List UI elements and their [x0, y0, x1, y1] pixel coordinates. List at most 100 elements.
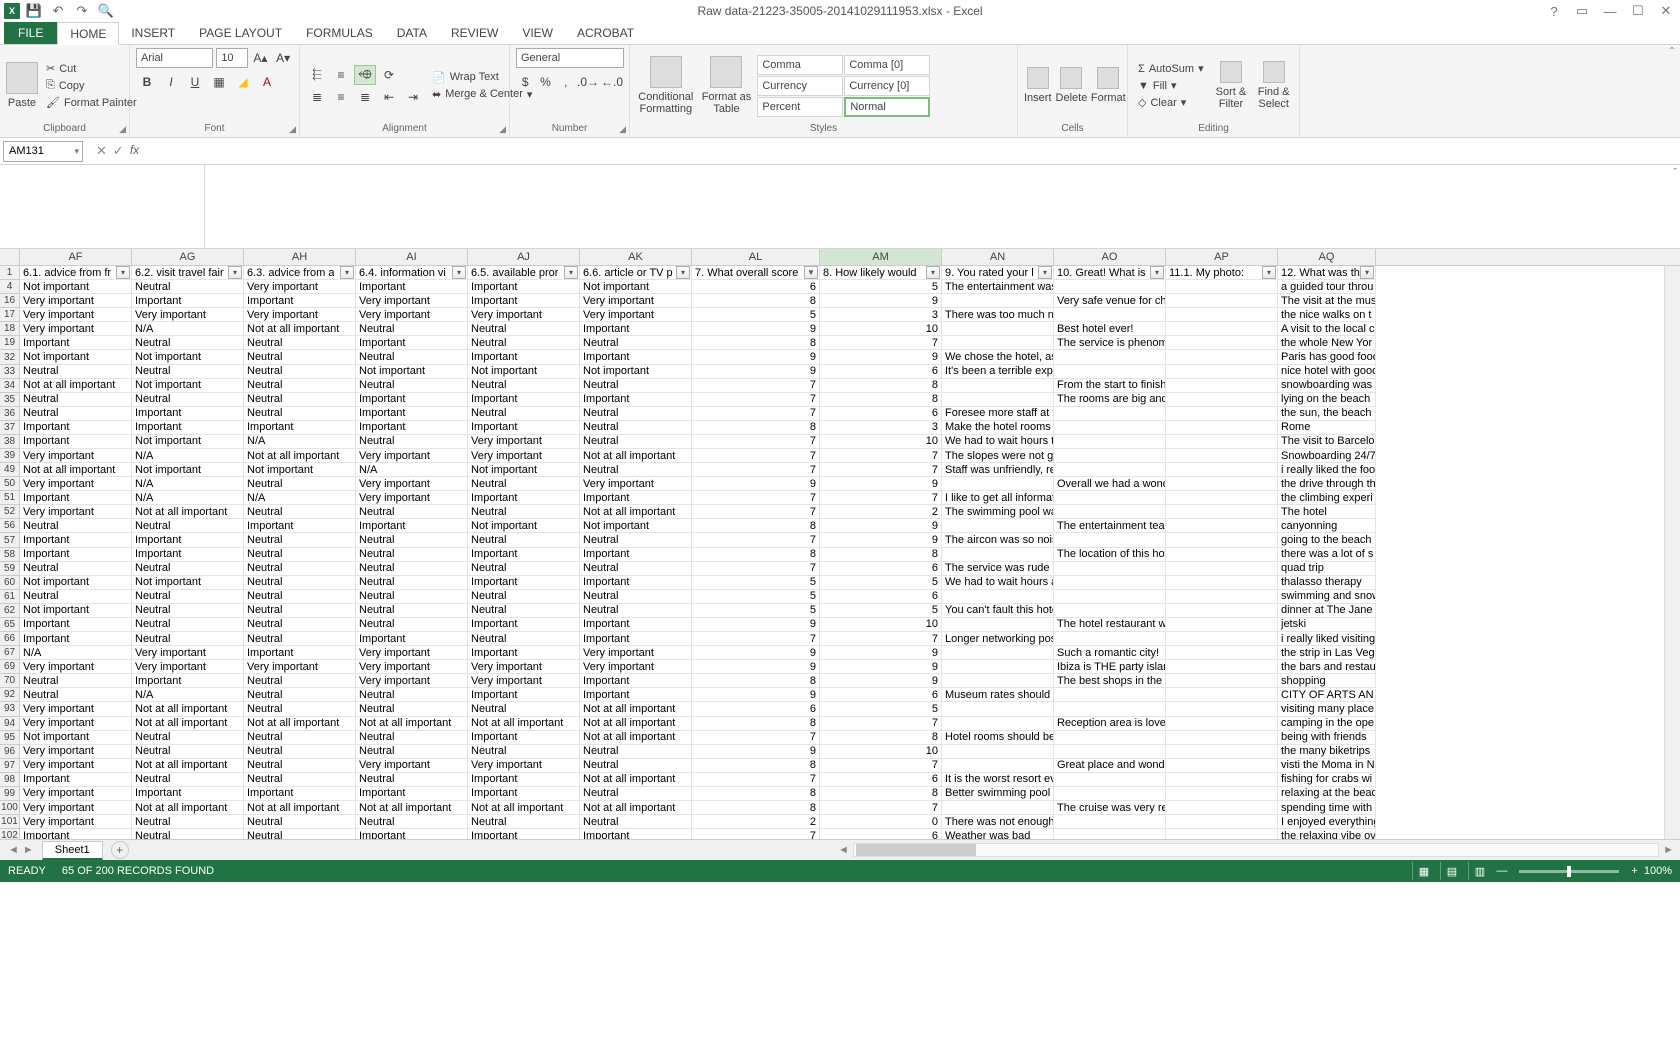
cell[interactable]: Not at all important	[468, 801, 580, 815]
cell[interactable]: shopping	[1278, 674, 1376, 688]
col-header-AG[interactable]: AG	[132, 249, 244, 265]
row-header[interactable]: 51	[0, 491, 20, 505]
row-header[interactable]: 1	[0, 266, 20, 280]
cell[interactable]: Important	[580, 393, 692, 407]
cell[interactable]	[1054, 407, 1166, 421]
cell[interactable]: Not at all important	[244, 322, 356, 336]
cell[interactable]: Neutral	[356, 604, 468, 618]
cell[interactable]	[1166, 350, 1278, 364]
cell[interactable]: Important	[20, 533, 132, 547]
cell[interactable]: Very important	[468, 435, 580, 449]
filter-button-icon[interactable]: ▾	[676, 266, 690, 279]
cell[interactable]: Important	[132, 674, 244, 688]
cell[interactable]: Not at all important	[244, 717, 356, 731]
cell[interactable]: Neutral	[244, 590, 356, 604]
cell[interactable]: visti the Moma in N	[1278, 759, 1376, 773]
cell[interactable]: Very safe venue for children and familie…	[1054, 294, 1166, 308]
cell[interactable]: Important	[356, 336, 468, 350]
cell[interactable]: lying on the beach	[1278, 393, 1376, 407]
cell[interactable]: 7	[820, 632, 942, 646]
horizontal-scrollbar[interactable]	[853, 843, 1659, 857]
cell-styles-gallery[interactable]: Comma Comma [0] Currency Currency [0] Pe…	[757, 55, 1011, 117]
cell[interactable]: Neutral	[468, 604, 580, 618]
cell[interactable]: Important	[20, 548, 132, 562]
cell[interactable]: Snowboarding 24/7	[1278, 449, 1376, 463]
cell[interactable]: Very important	[20, 787, 132, 801]
maximize-icon[interactable]: ☐	[1624, 1, 1652, 21]
paste-button[interactable]: Paste	[6, 52, 38, 120]
cell[interactable]	[1166, 336, 1278, 350]
enter-formula-icon[interactable]: ✓	[113, 143, 124, 159]
collapse-ribbon-icon[interactable]: ˆ	[1670, 45, 1674, 59]
cell[interactable]: Very important	[20, 294, 132, 308]
cell[interactable]: 7	[692, 731, 820, 745]
cell[interactable]: Neutral	[132, 590, 244, 604]
row-header[interactable]: 34	[0, 379, 20, 393]
cell[interactable]: Neutral	[356, 562, 468, 576]
cell[interactable]	[942, 294, 1054, 308]
cell[interactable]: Not at all important	[244, 801, 356, 815]
cell[interactable]	[1054, 731, 1166, 745]
cell[interactable]: 9	[692, 745, 820, 759]
row-header[interactable]: 19	[0, 336, 20, 350]
cell[interactable]: Not at all important	[356, 801, 468, 815]
col-header-AJ[interactable]: AJ	[468, 249, 580, 265]
cell[interactable]: Neutral	[244, 548, 356, 562]
cell[interactable]: Important	[468, 773, 580, 787]
sort-filter-button[interactable]: Sort & Filter	[1212, 52, 1251, 120]
cell[interactable]: Neutral	[244, 393, 356, 407]
cell[interactable]: Very important	[20, 449, 132, 463]
cell[interactable]: Very important	[580, 477, 692, 491]
hscroll-right-icon[interactable]: ►	[1659, 844, 1678, 856]
cell[interactable]: Not important	[20, 576, 132, 590]
cell[interactable]	[1166, 463, 1278, 477]
cell[interactable]: Best hotel ever!	[1054, 322, 1166, 336]
grow-font-icon[interactable]: A▴	[251, 48, 271, 68]
cell[interactable]: Neutral	[468, 745, 580, 759]
cell[interactable]: Neutral	[244, 829, 356, 839]
cell[interactable]: N/A	[244, 491, 356, 505]
cell[interactable]: Hotel rooms should be bigger	[942, 731, 1054, 745]
cell[interactable]: Not important	[132, 463, 244, 477]
cell[interactable]: Important	[20, 435, 132, 449]
cell[interactable]: The visit at the mus	[1278, 294, 1376, 308]
row-header[interactable]: 49	[0, 463, 20, 477]
cell[interactable]: Important	[580, 350, 692, 364]
tab-insert[interactable]: INSERT	[119, 21, 187, 44]
cell[interactable]: Neutral	[468, 322, 580, 336]
cell[interactable]: Neutral	[468, 407, 580, 421]
sheet-nav-prev-icon[interactable]: ◄	[8, 844, 19, 856]
header-cell[interactable]: 8. How likely would▾	[820, 266, 942, 280]
close-icon[interactable]: ✕	[1652, 1, 1680, 21]
cell[interactable]: Not important	[132, 576, 244, 590]
cell[interactable]: Neutral	[244, 350, 356, 364]
cell[interactable]: Important	[356, 829, 468, 839]
cell[interactable]: 7	[692, 773, 820, 787]
cell[interactable]: Not at all important	[132, 717, 244, 731]
cell[interactable]: Important	[468, 829, 580, 839]
cell[interactable]: Important	[580, 548, 692, 562]
row-header[interactable]: 4	[0, 280, 20, 294]
cell[interactable]: visiting many place	[1278, 702, 1376, 716]
cell[interactable]: Important	[356, 393, 468, 407]
cell[interactable]: Important	[20, 829, 132, 839]
cell[interactable]: Neutral	[356, 618, 468, 632]
cell[interactable]: Important	[132, 787, 244, 801]
cell[interactable]: Neutral	[356, 548, 468, 562]
cell[interactable]	[1166, 379, 1278, 393]
align-middle-icon[interactable]: ≡	[330, 65, 352, 85]
orientation-icon[interactable]: ⟳	[378, 65, 400, 85]
row-header[interactable]: 39	[0, 449, 20, 463]
cell[interactable]: Important	[356, 787, 468, 801]
cell[interactable]: The rooms are big and spacious and the a…	[1054, 393, 1166, 407]
cell[interactable]: Important	[244, 519, 356, 533]
cut-button[interactable]: ✂ Cut	[42, 61, 141, 76]
cell[interactable]: Important	[468, 688, 580, 702]
cell[interactable]	[1166, 632, 1278, 646]
cell[interactable]: 3	[820, 308, 942, 322]
cell[interactable]: Important	[580, 576, 692, 590]
cell[interactable]: Not at all important	[356, 717, 468, 731]
cell[interactable]: relaxing at the beac	[1278, 787, 1376, 801]
cell[interactable]: Very important	[468, 449, 580, 463]
row-header[interactable]: 66	[0, 632, 20, 646]
